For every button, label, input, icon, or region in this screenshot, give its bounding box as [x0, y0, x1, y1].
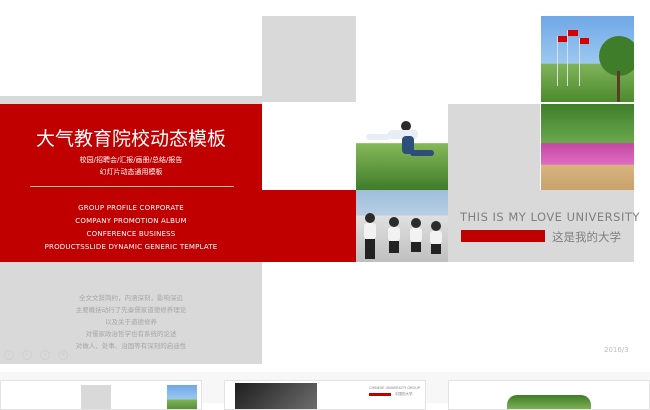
photo-jumping-student [356, 104, 448, 190]
gray-block-left-wide [0, 96, 262, 104]
jumping-figure [366, 121, 434, 156]
flags-illustration [557, 30, 634, 102]
paragraph-line-1: 全文文辞简约，内涵深刻，影响深远 [79, 294, 183, 302]
gray-block-right [448, 104, 540, 190]
love-university-heading: THIS IS MY LOVE UNIVERSITY [460, 210, 640, 224]
next-icon[interactable]: › [22, 350, 32, 360]
slide-thumbnail-2[interactable]: CHINESE UNIVERSITY GROUP 中国的大学 [224, 380, 426, 410]
paragraph-line-4: 对儒家政治哲学也有系统的论述 [85, 330, 177, 338]
menu-icon[interactable]: ≡ [40, 350, 50, 360]
slide-subtitle-line-2: 幻灯片动态通用模板 [99, 168, 163, 176]
photo-campus-garden [541, 104, 634, 190]
slide-thumbnail-1[interactable] [0, 380, 202, 410]
thumb1-photo [167, 385, 197, 409]
slide-date: 2016/3 [604, 346, 629, 354]
thumb2-dark-photo [235, 383, 317, 409]
thumbnail-strip: CHINESE UNIVERSITY GROUP 中国的大学 [0, 372, 650, 410]
gray-block-university [448, 190, 634, 262]
gray-block-top [262, 16, 356, 102]
title-banner: 大气教育院校动态模板 校园/招聘会/汇报/画册/总结/报告 幻灯片动态通用模板 … [0, 104, 262, 262]
english-line-4: PRODUCTSSLIDE DYNAMIC GENERIC TEMPLATE [44, 243, 218, 251]
previous-icon[interactable]: ‹ [4, 350, 14, 360]
english-line-1: GROUP PROFILE CORPORATE [78, 204, 184, 212]
photo-students-group [356, 190, 448, 262]
title-divider [30, 186, 234, 187]
description-paragraph: 全文文辞简约，内涵深刻，影响深远 主要概括动行了先秦儒家道德修养理论 以及关于道… [0, 292, 262, 352]
accent-bar [461, 230, 545, 242]
slide-thumbnail-3[interactable] [448, 380, 650, 410]
thumb2-accent-bar [369, 393, 391, 396]
title-banner-extension [262, 190, 356, 262]
presentation-controls: ‹ › ≡ ⊕ [4, 350, 74, 362]
thumb2-line-1: CHINESE UNIVERSITY GROUP [369, 386, 420, 390]
paragraph-line-3: 以及关于道德修养 [105, 318, 157, 326]
slide-title: 大气教育院校动态模板 [35, 128, 226, 150]
english-line-3: CONFERENCE BUSINESS [86, 230, 176, 238]
students-illustration [364, 213, 442, 259]
slide-subtitle-line-1: 校园/招聘会/汇报/画册/总结/报告 [79, 156, 183, 164]
university-chinese-label: 这是我的大学 [552, 230, 621, 244]
photo-campus-flags [541, 16, 634, 102]
english-line-2: COMPANY PROMOTION ALBUM [75, 217, 187, 225]
zoom-icon[interactable]: ⊕ [58, 350, 68, 360]
paragraph-line-2: 主要概括动行了先秦儒家道德修养理论 [75, 306, 187, 314]
thumb2-line-2: 中国的大学 [395, 392, 413, 396]
thumb1-gray-block [81, 385, 111, 409]
